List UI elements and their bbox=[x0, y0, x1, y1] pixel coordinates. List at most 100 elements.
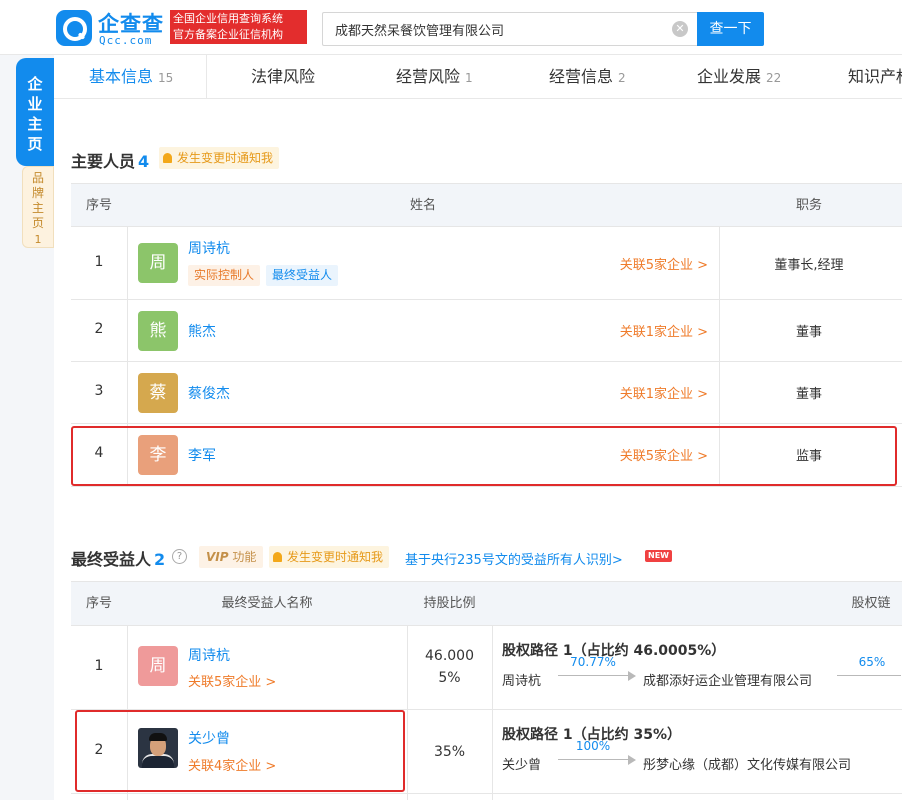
table-row: 1 周 周诗杭 关联5家企业 > 46.000 5% 股权路径 1（占比约 46… bbox=[71, 626, 902, 710]
shareholding-ratio: 35% bbox=[407, 741, 492, 763]
clear-icon[interactable]: ✕ bbox=[672, 21, 688, 37]
role-text: 董事 bbox=[795, 325, 822, 340]
bell-icon bbox=[273, 552, 282, 562]
beneficial-owner-link[interactable]: 基于央行235号文的受益所有人识别> bbox=[405, 549, 623, 568]
person-name-link[interactable]: 熊杰 bbox=[188, 321, 216, 341]
personnel-notify-label: 发生变更时通知我 bbox=[177, 151, 274, 165]
tab-development-count: 22 bbox=[766, 71, 782, 85]
help-icon[interactable]: ? bbox=[172, 549, 187, 564]
personnel-notify-button[interactable]: 发生变更时通知我 bbox=[159, 147, 280, 169]
tab-operating-risk-label: 经营风险 bbox=[396, 67, 461, 86]
table-row: 2 熊 熊杰 关联1家企业 > 董事 bbox=[71, 300, 902, 362]
related-companies-link[interactable]: 关联1家企业 > bbox=[620, 383, 708, 402]
side-tab-brand-home[interactable]: 品牌主页 1 bbox=[22, 166, 54, 248]
header-name: 姓名 bbox=[409, 198, 436, 213]
header-ratio: 持股比例 bbox=[423, 596, 476, 611]
row-index: 3 bbox=[94, 383, 104, 399]
tab-legal-risk[interactable]: 法律风险 bbox=[251, 55, 315, 99]
path-start-person[interactable]: 周诗杭 bbox=[502, 670, 541, 689]
shareholding-ratio: 46.000 5% bbox=[407, 645, 492, 689]
tab-divider bbox=[206, 55, 207, 99]
new-badge: NEW bbox=[645, 550, 672, 562]
ratio-line-1: 46.000 bbox=[425, 648, 474, 664]
side-tab-company-home-label: 企业主页 bbox=[27, 75, 43, 153]
path-start-person[interactable]: 关少曾 bbox=[502, 754, 541, 773]
row-index: 1 bbox=[94, 658, 104, 674]
path-company[interactable]: 成都添好运企业管理有限公司 bbox=[643, 670, 812, 689]
beneficiaries-notify-label: 发生变更时通知我 bbox=[287, 550, 384, 564]
equity-arrow: 70.77% bbox=[558, 655, 636, 681]
header-role: 职务 bbox=[795, 198, 822, 213]
personnel-title-text: 主要人员 bbox=[71, 152, 136, 171]
ratio-line-1: 35% bbox=[433, 744, 466, 760]
tab-development[interactable]: 企业发展 22 bbox=[697, 55, 781, 99]
badge-line-1: 全国企业信用查询系统 bbox=[173, 12, 283, 25]
search-button[interactable]: 查一下 bbox=[697, 12, 764, 46]
header-beneficiary-name: 最终受益人名称 bbox=[221, 596, 313, 611]
logo-icon bbox=[56, 10, 92, 46]
role-text: 董事长,经理 bbox=[774, 258, 844, 273]
search-input[interactable] bbox=[335, 13, 665, 45]
qcc-logo[interactable]: 企查查 Qcc.com bbox=[56, 10, 166, 47]
official-badge[interactable]: 全国企业信用查询系统 官方备案企业征信机构 bbox=[170, 10, 307, 44]
badge-line-2: 官方备案企业征信机构 bbox=[173, 28, 283, 41]
related-companies-link[interactable]: 关联5家企业 > bbox=[620, 254, 708, 273]
beneficiaries-table-header: 序号 最终受益人名称 持股比例 股权链 bbox=[71, 582, 902, 626]
bell-icon bbox=[163, 153, 172, 163]
beneficiaries-title-text: 最终受益人 bbox=[71, 550, 152, 569]
tab-intellectual-property[interactable]: 知识产权 bbox=[848, 55, 902, 99]
tab-operating-info-label: 经营信息 bbox=[549, 67, 614, 86]
tab-operating-risk[interactable]: 经营风险 1 bbox=[396, 55, 473, 99]
related-companies-link[interactable]: 关联1家企业 > bbox=[620, 321, 708, 340]
tab-basic-info[interactable]: 基本信息 15 bbox=[89, 55, 173, 99]
vip-label: VIP bbox=[206, 550, 229, 564]
tab-basic-info-count: 15 bbox=[158, 71, 174, 85]
header-index: 序号 bbox=[85, 198, 112, 213]
tab-intellectual-property-label: 知识产权 bbox=[848, 67, 902, 86]
table-row: 3 蔡 蔡俊杰 关联1家企业 > 董事 bbox=[71, 362, 902, 424]
avatar: 周 bbox=[138, 243, 178, 283]
equity-arrow: 65% bbox=[837, 655, 901, 681]
nav-tabs: 基本信息 15 法律风险 经营风险 1 经营信息 2 企业发展 22 知识产权 bbox=[54, 55, 902, 99]
row-index: 2 bbox=[94, 321, 104, 337]
avatar: 周 bbox=[138, 646, 178, 686]
beneficiaries-title: 最终受益人 2 bbox=[71, 546, 165, 570]
tab-operating-info[interactable]: 经营信息 2 bbox=[549, 55, 626, 99]
side-tab-brand-count: 1 bbox=[34, 233, 42, 246]
ratio-line-2: 5% bbox=[438, 670, 461, 686]
tab-basic-info-label: 基本信息 bbox=[89, 67, 154, 86]
avatar: 熊 bbox=[138, 311, 178, 351]
person-name-link[interactable]: 周诗杭 bbox=[188, 238, 230, 258]
equity-percent: 100% bbox=[575, 739, 611, 753]
tab-operating-info-count: 2 bbox=[618, 71, 626, 85]
header-index: 序号 bbox=[85, 596, 112, 611]
personnel-title: 主要人员 4 bbox=[71, 148, 149, 172]
header-equity-chain: 股权链 bbox=[851, 596, 891, 611]
top-header: 企查查 Qcc.com 全国企业信用查询系统 官方备案企业征信机构 ✕ 查一下 bbox=[0, 0, 902, 55]
tab-legal-risk-label: 法律风险 bbox=[251, 67, 316, 86]
tab-operating-risk-count: 1 bbox=[465, 71, 473, 85]
tab-development-label: 企业发展 bbox=[697, 67, 762, 86]
equity-arrow: 100% bbox=[558, 739, 636, 765]
table-row: 1 周 周诗杭 实际控制人 最终受益人 关联5家企业 > 董事长,经理 bbox=[71, 227, 902, 300]
tag-ultimate-beneficiary: 最终受益人 bbox=[266, 265, 339, 286]
related-companies-link[interactable]: 关联5家企业 > bbox=[188, 671, 276, 690]
role-text: 董事 bbox=[795, 387, 822, 402]
avatar: 蔡 bbox=[138, 373, 178, 413]
equity-percent: 65% bbox=[858, 655, 886, 669]
arrow-head-icon bbox=[628, 671, 636, 681]
highlight-box bbox=[71, 426, 897, 486]
beneficiaries-notify-button[interactable]: 发生变更时通知我 bbox=[269, 546, 390, 568]
beneficiary-name-link[interactable]: 周诗杭 bbox=[188, 645, 230, 665]
highlight-box bbox=[75, 710, 405, 792]
personnel-count: 4 bbox=[138, 152, 150, 171]
logo-domain: Qcc.com bbox=[99, 34, 153, 47]
path-company[interactable]: 彤梦心缘（成都）文化传媒有限公司 bbox=[643, 754, 851, 773]
side-tab-company-home[interactable]: 企业主页 bbox=[16, 58, 54, 166]
search-box: ✕ bbox=[322, 12, 698, 46]
vip-feature-badge[interactable]: VIP 功能 bbox=[199, 546, 264, 568]
person-name-link[interactable]: 蔡俊杰 bbox=[188, 383, 230, 403]
personnel-table-header: 序号 姓名 职务 bbox=[71, 184, 902, 227]
side-tab-brand-home-label: 品牌主页 bbox=[31, 171, 44, 230]
arrow-head-icon bbox=[628, 755, 636, 765]
